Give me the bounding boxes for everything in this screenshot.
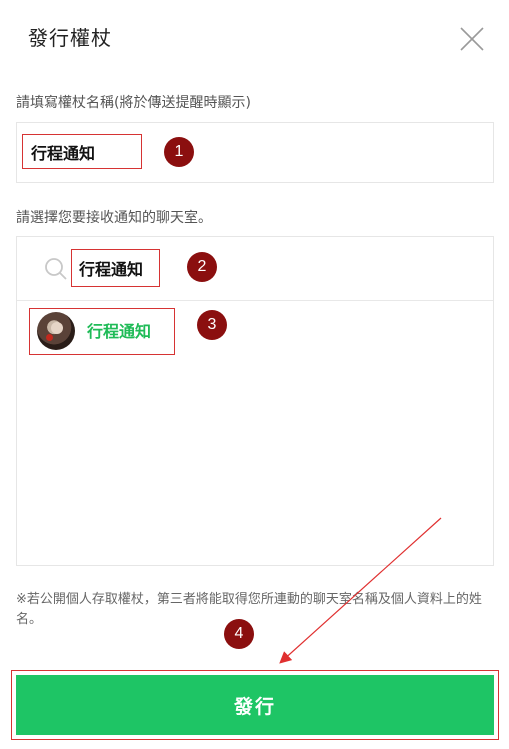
token-name-input[interactable] xyxy=(22,134,142,169)
annotation-marker-3: 3 xyxy=(197,310,227,340)
dialog-title: 發行權杖 xyxy=(28,26,112,50)
chat-select-label: 請選擇您要接收通知的聊天室。 xyxy=(16,210,212,226)
token-name-label: 請填寫權杖名稱(將於傳送提醒時顯示) xyxy=(16,95,251,111)
chat-name: 行程通知 xyxy=(87,322,152,341)
divider xyxy=(17,300,493,301)
privacy-note: ※若公開個人存取權杖，第三者將能取得您所連動的聊天室名稱及個人資料上的姓名。 xyxy=(16,592,482,627)
issue-button[interactable]: 發行 xyxy=(16,675,494,735)
annotation-marker-1: 1 xyxy=(164,137,194,167)
annotation-marker-4: 4 xyxy=(224,619,254,649)
avatar xyxy=(37,312,75,350)
annotation-marker-2: 2 xyxy=(187,252,217,282)
search-icon xyxy=(45,258,67,280)
chat-search-input[interactable] xyxy=(71,249,160,287)
close-icon[interactable] xyxy=(459,26,485,52)
